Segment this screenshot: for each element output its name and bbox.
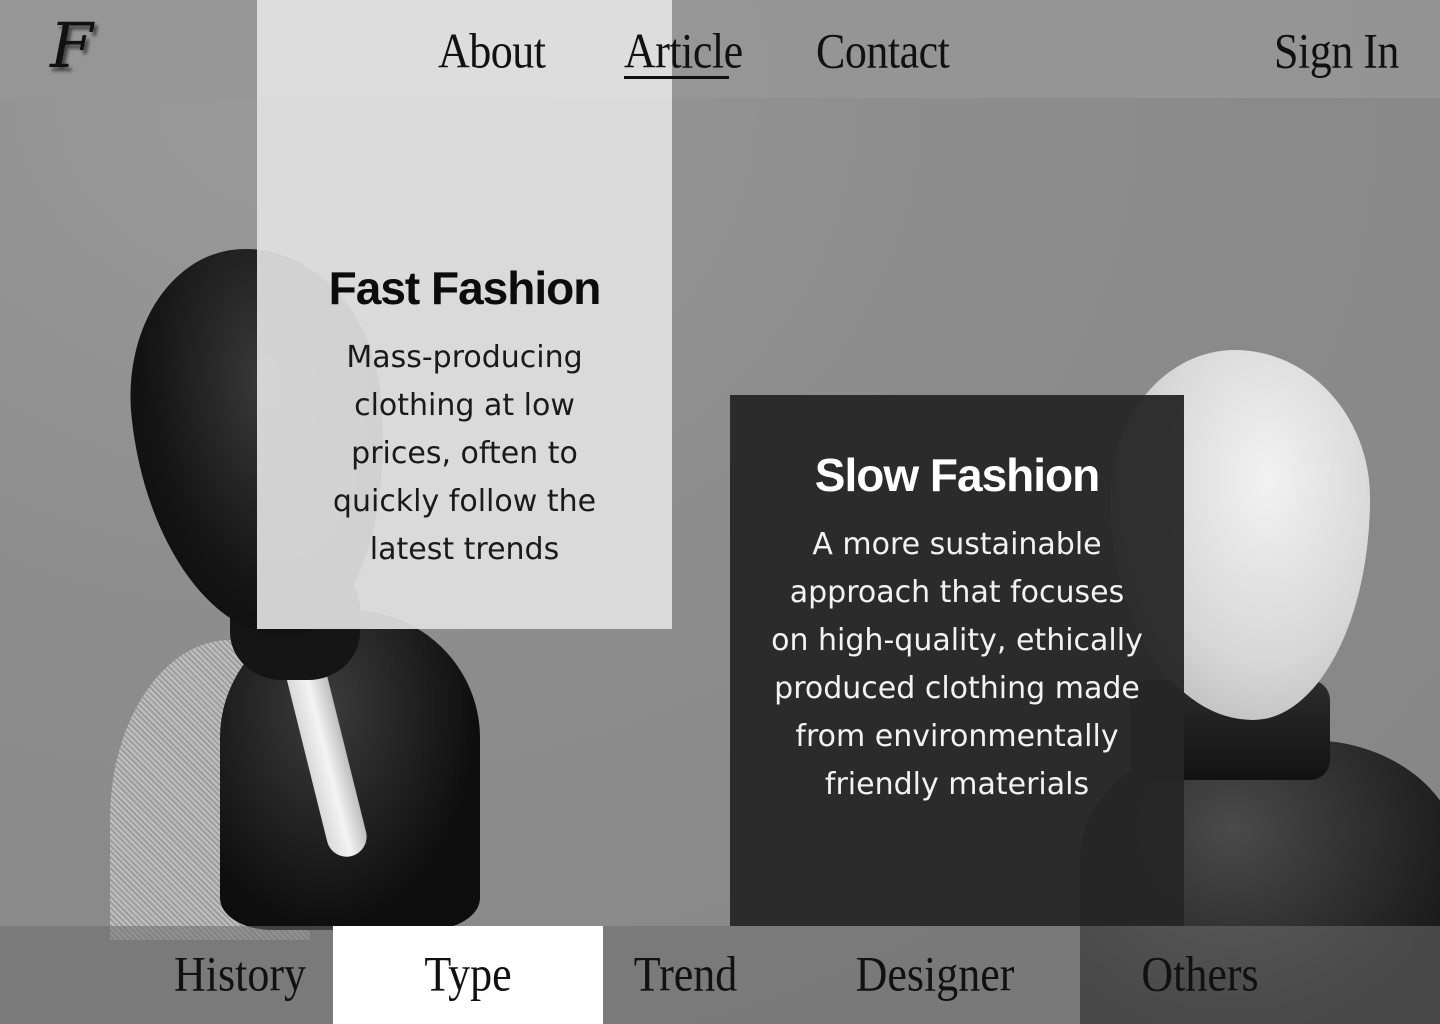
bottom-tab-bar: History Type Trend Designer Others: [0, 926, 1440, 1024]
fast-fashion-description: Mass-producing clothing at low prices, o…: [332, 340, 597, 567]
tab-trend[interactable]: Trend: [603, 926, 768, 1024]
slow-fashion-card: Slow Fashion A more sustainable approach…: [730, 395, 1184, 926]
active-nav-underline: [624, 76, 729, 79]
tab-others[interactable]: Others: [1110, 926, 1290, 1024]
tab-type-label: Type: [424, 947, 512, 1002]
slow-fashion-title: Slow Fashion: [814, 449, 1100, 501]
nav-link-about[interactable]: About: [438, 18, 546, 85]
tab-others-label: Others: [1141, 947, 1259, 1002]
fast-fashion-card: Fast Fashion Mass-producing clothing at …: [257, 98, 672, 629]
tab-history-label: History: [174, 947, 306, 1002]
tab-type[interactable]: Type: [333, 926, 603, 1024]
logo[interactable]: F: [50, 6, 134, 86]
fast-fashion-title: Fast Fashion: [328, 262, 602, 314]
tab-history[interactable]: History: [150, 926, 330, 1024]
tab-trend-label: Trend: [633, 947, 738, 1002]
slow-fashion-description: A more sustainable approach that focuses…: [771, 527, 1143, 802]
tab-designer[interactable]: Designer: [830, 926, 1040, 1024]
top-navigation: F About Article Contact Sign In: [0, 0, 1440, 98]
sign-in-link[interactable]: Sign In: [1274, 18, 1399, 85]
nav-link-contact[interactable]: Contact: [816, 18, 950, 85]
tab-designer-label: Designer: [855, 947, 1015, 1002]
hero-background-photo: [0, 0, 1440, 1024]
